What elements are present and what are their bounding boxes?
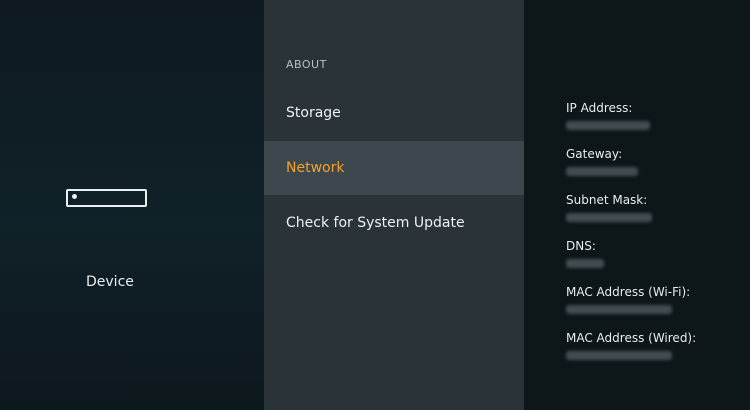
- dns-row: DNS:: [566, 239, 741, 268]
- device-label[interactable]: Device: [86, 274, 134, 290]
- dns-label: DNS:: [566, 239, 596, 253]
- subnet-mask-row: Subnet Mask:: [566, 193, 741, 222]
- device-icon: [66, 189, 147, 207]
- mac-wired-value: [566, 351, 672, 360]
- subnet-mask-label: Subnet Mask:: [566, 193, 648, 207]
- mac-wired-label: MAC Address (Wired):: [566, 331, 697, 345]
- network-info-pane: IP Address: Gateway: Subnet Mask: DNS: M…: [524, 0, 750, 410]
- mac-wifi-row: MAC Address (Wi-Fi):: [566, 285, 741, 314]
- dns-value: [566, 259, 604, 268]
- mac-wifi-label: MAC Address (Wi-Fi):: [566, 285, 691, 299]
- mac-wifi-value: [566, 305, 672, 314]
- menu-item-check-system-update[interactable]: Check for System Update: [264, 196, 524, 250]
- menu-item-label: Network: [286, 160, 345, 176]
- menu-item-network[interactable]: Network: [264, 141, 524, 195]
- ip-address-value: [566, 121, 650, 130]
- section-header: ABOUT: [286, 58, 327, 71]
- ip-address-row: IP Address:: [566, 101, 741, 130]
- subnet-mask-value: [566, 213, 652, 222]
- about-menu: ABOUT Storage Network Check for System U…: [264, 0, 524, 410]
- device-indicator-dot: [72, 194, 77, 199]
- menu-item-label: Storage: [286, 105, 341, 121]
- menu-item-label: Check for System Update: [286, 215, 465, 231]
- gateway-label: Gateway:: [566, 147, 623, 161]
- gateway-value: [566, 167, 638, 176]
- device-pane: Device: [0, 0, 264, 410]
- mac-wired-row: MAC Address (Wired):: [566, 331, 741, 360]
- menu-item-storage[interactable]: Storage: [264, 86, 524, 140]
- ip-address-label: IP Address:: [566, 101, 633, 115]
- gateway-row: Gateway:: [566, 147, 741, 176]
